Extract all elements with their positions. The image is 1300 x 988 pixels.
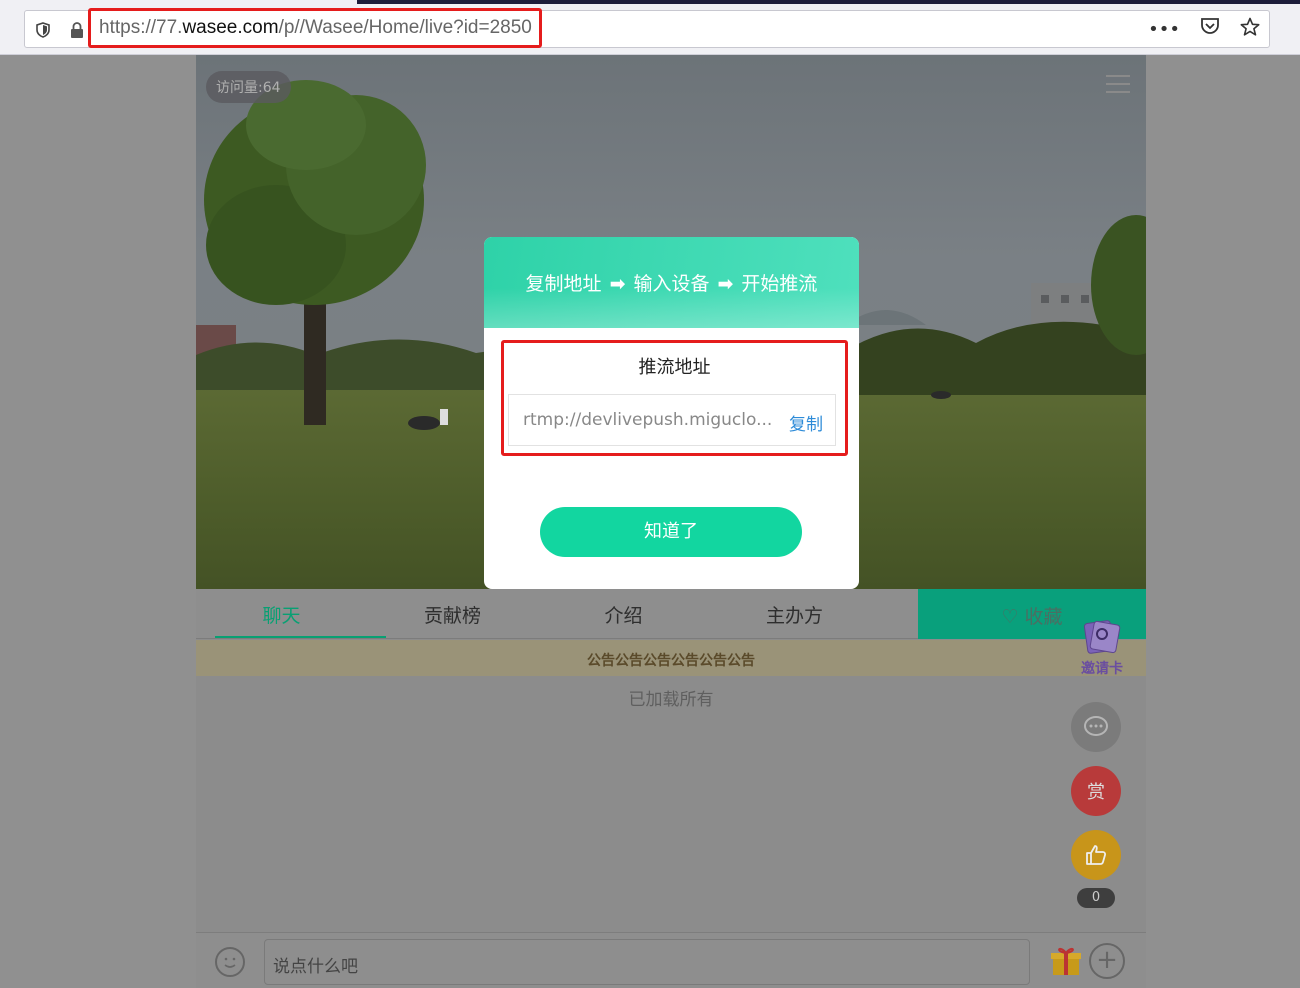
- like-count-badge: 0: [1077, 888, 1115, 908]
- arrow-right-icon: ➡: [609, 273, 626, 295]
- toolbar-actions: •••: [1148, 10, 1260, 48]
- push-url-text: rtmp://devlivepush.miguclo...: [523, 410, 773, 430]
- favorite-label: 收藏: [1024, 606, 1063, 628]
- chat-bubble-button[interactable]: [1071, 702, 1121, 752]
- pocket-icon[interactable]: [1200, 17, 1220, 41]
- invite-card-label: 邀请卡: [1081, 661, 1123, 677]
- gift-icon[interactable]: [1050, 945, 1082, 984]
- thumbs-up-icon: [1086, 845, 1107, 865]
- url-domain: wasee.com: [182, 17, 279, 38]
- window-top-strip: [357, 0, 1300, 4]
- copy-button[interactable]: 复制: [789, 410, 823, 435]
- push-address-title: 推流地址: [638, 357, 711, 378]
- chat-input[interactable]: 说点什么吧: [264, 939, 1030, 985]
- step-start-push: 开始推流: [741, 273, 818, 295]
- tab-intro[interactable]: 介绍: [538, 589, 709, 638]
- more-actions-icon[interactable]: •••: [1148, 19, 1180, 40]
- url-prefix: https://77.: [99, 17, 183, 38]
- reward-button[interactable]: 赏: [1071, 766, 1121, 816]
- push-address-highlight: 推流地址 rtmp://devlivepush.miguclo... 复制: [501, 340, 848, 456]
- modal-header: 复制地址 ➡ 输入设备 ➡ 开始推流: [484, 237, 859, 328]
- push-url-field[interactable]: rtmp://devlivepush.miguclo... 复制: [508, 394, 836, 446]
- plus-icon[interactable]: +: [1089, 943, 1125, 979]
- loaded-all-text: 已加载所有: [628, 690, 714, 710]
- tab-organizer[interactable]: 主办方: [709, 589, 880, 638]
- chat-bubble-icon: [1084, 716, 1108, 736]
- step-copy-address: 复制地址: [525, 273, 602, 295]
- got-it-button[interactable]: 知道了: [540, 507, 802, 557]
- emoji-icon[interactable]: [215, 947, 245, 977]
- browser-toolbar: https://77.wasee.com/p//Wasee/Home/live?…: [0, 0, 1300, 55]
- announcement-banner: 公告公告公告公告公告公告: [196, 640, 1146, 676]
- lock-icon[interactable]: [67, 11, 87, 49]
- chat-input-bar: 说点什么吧 +: [196, 932, 1146, 988]
- shield-icon[interactable]: [33, 11, 53, 49]
- url-text[interactable]: https://77.wasee.com/p//Wasee/Home/live?…: [88, 8, 542, 48]
- bookmark-star-icon[interactable]: [1240, 17, 1260, 42]
- steps-text: 复制地址 ➡ 输入设备 ➡ 开始推流: [484, 269, 859, 296]
- url-path: /p//Wasee/Home/live?id=2850: [278, 17, 532, 38]
- visit-count-badge: 访问量:64: [206, 71, 291, 103]
- tab-bar: 聊天 贡献榜 介绍 主办方 ♡ 收藏: [196, 589, 1146, 639]
- menu-icon[interactable]: [1106, 75, 1130, 99]
- invite-card-icon: [1083, 620, 1121, 654]
- tab-contributors[interactable]: 贡献榜: [367, 589, 538, 638]
- tab-chat[interactable]: 聊天: [196, 589, 386, 638]
- invite-card-button[interactable]: 邀请卡: [1074, 620, 1130, 680]
- heart-icon: ♡: [1001, 606, 1019, 628]
- like-button[interactable]: [1071, 830, 1121, 880]
- arrow-right-icon: ➡: [717, 273, 734, 295]
- reward-label: 赏: [1087, 782, 1105, 803]
- step-input-device: 输入设备: [633, 273, 710, 295]
